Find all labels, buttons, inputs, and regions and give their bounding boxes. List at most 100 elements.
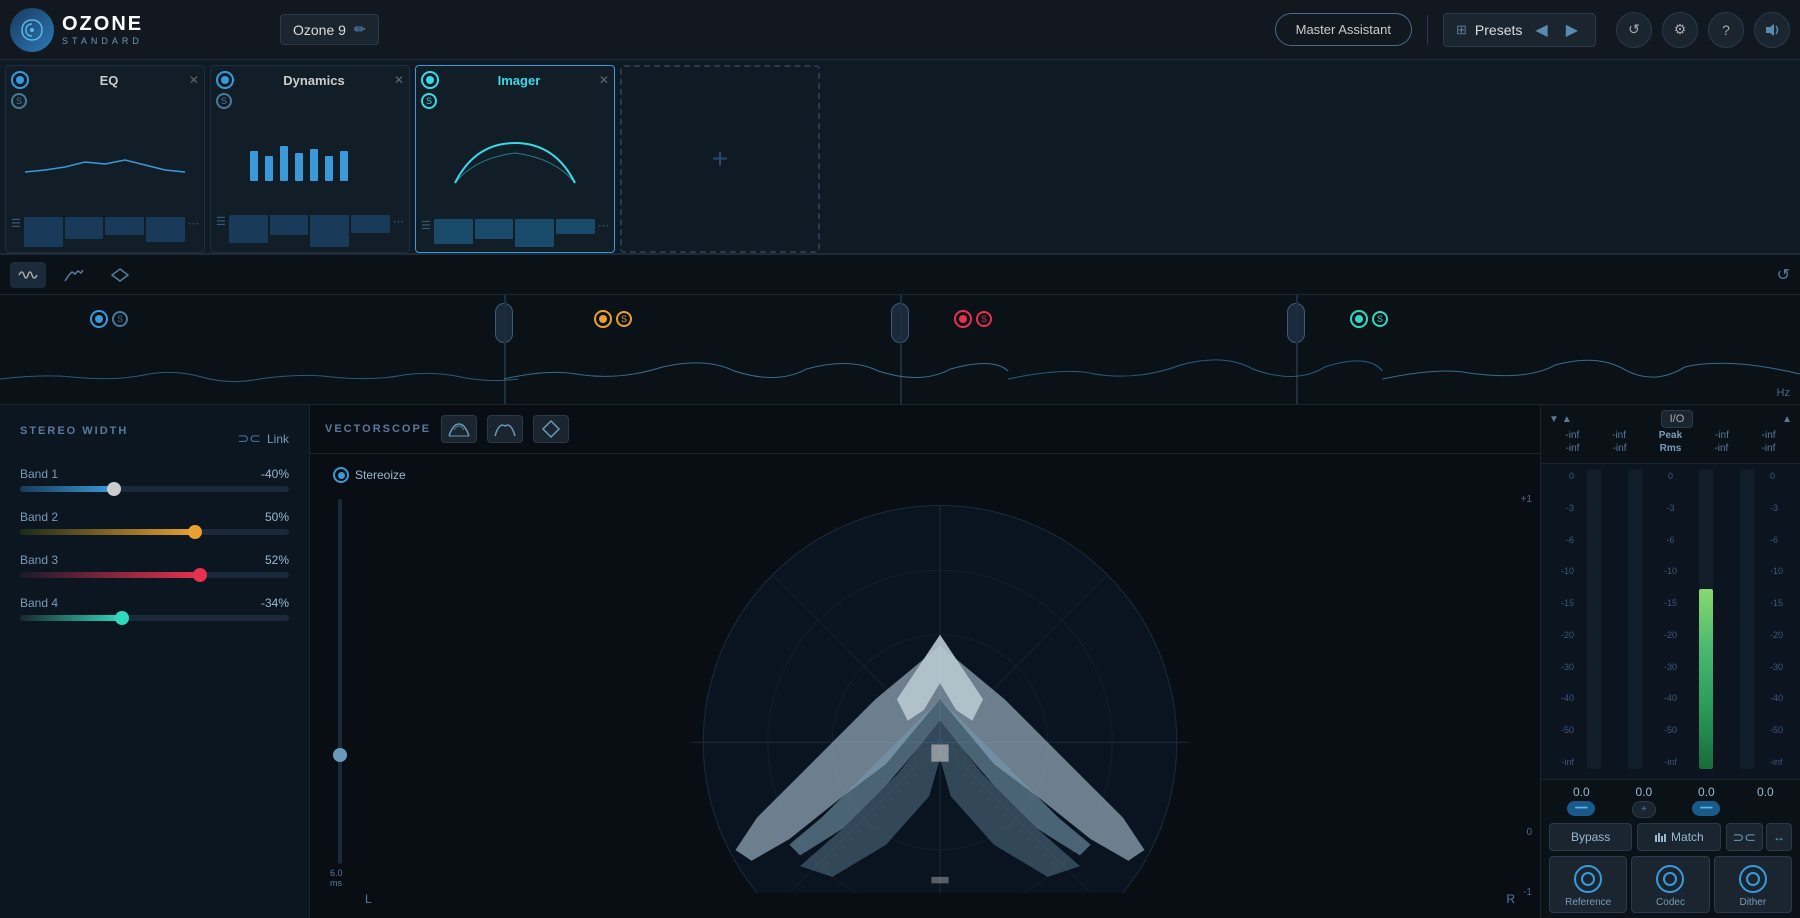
band-2-s[interactable]: S	[616, 311, 632, 327]
imager-controls: S	[421, 93, 609, 109]
band-2-slider[interactable]	[20, 529, 289, 535]
rms-val-1: -inf	[1566, 443, 1580, 454]
imager-s-icon[interactable]: S	[421, 93, 437, 109]
band-3-label: Band 3	[20, 553, 58, 567]
band-4-s[interactable]: S	[1372, 311, 1388, 327]
band-4-power[interactable]	[1350, 310, 1368, 328]
gain-link-2[interactable]: +	[1632, 801, 1656, 818]
band-3-slider[interactable]	[20, 572, 289, 578]
link-control[interactable]: ⊃⊂ Link	[238, 430, 289, 447]
eq-row-controls: ☰ ⋯	[11, 217, 199, 247]
codec-icon	[1656, 865, 1684, 893]
band-3-label-row: Band 3 52%	[20, 553, 289, 567]
band-4-value: -34%	[261, 596, 289, 610]
preset-name: Ozone 9	[293, 22, 346, 38]
rms-center-label: Rms	[1660, 443, 1682, 454]
band-3-s[interactable]: S	[976, 311, 992, 327]
help-button[interactable]: ?	[1708, 12, 1744, 48]
stereoize-power[interactable]	[333, 467, 349, 483]
module-eq-header: EQ ✕	[11, 71, 199, 89]
app-subtitle: STANDARD	[62, 36, 143, 46]
dynamics-power-btn[interactable]	[216, 71, 234, 89]
vectorscope-btn-3[interactable]	[533, 415, 569, 443]
match-label: Match	[1671, 830, 1704, 844]
band-1-slider[interactable]	[20, 486, 289, 492]
left-panel: STEREO WIDTH ⊃⊂ Link Band 1 -40% Band 2 …	[0, 405, 310, 918]
band-4-slider[interactable]	[20, 615, 289, 621]
band-4-label: Band 4	[20, 596, 58, 610]
codec-button[interactable]: Codec	[1631, 856, 1709, 913]
arrow-down-1[interactable]: ▼	[1549, 414, 1559, 425]
stereoize-track[interactable]	[338, 499, 342, 864]
eq-close-btn[interactable]: ✕	[189, 73, 199, 87]
link-label: Link	[267, 432, 289, 446]
analyzer-tab-lissajous[interactable]	[102, 262, 138, 288]
link-btn[interactable]: ⊃⊂	[1726, 823, 1763, 851]
history-button[interactable]: ↺	[1616, 12, 1652, 48]
rms-val-2: -inf	[1613, 443, 1627, 454]
meter-scale-right: 0 -3 -6 -10 -15 -20 -30 -40 -50 -inf	[1767, 469, 1795, 769]
band-1-s[interactable]: S	[112, 311, 128, 327]
reference-icon	[1574, 865, 1602, 893]
arrow-up-2[interactable]: ▲	[1782, 414, 1792, 425]
meter-bar-4	[1740, 469, 1754, 769]
match-button[interactable]: Match	[1637, 823, 1720, 851]
eq-title: EQ	[100, 73, 119, 88]
stereoize-label: Stereoize	[355, 468, 406, 482]
flip-btn[interactable]: ↔	[1766, 823, 1792, 851]
bands-row: S S S S Hz	[0, 295, 1800, 405]
band-2-controls: S	[594, 310, 632, 328]
gain-val-1: 0.0	[1573, 785, 1590, 799]
stereoize-thumb[interactable]	[333, 748, 347, 762]
io-button[interactable]: I/O	[1661, 410, 1694, 428]
bypass-button[interactable]: Bypass	[1549, 823, 1632, 851]
eq-power-btn[interactable]	[11, 71, 29, 89]
analyzer-tab-spectrum[interactable]	[56, 262, 92, 288]
analyzer-reset-button[interactable]: ↺	[1777, 265, 1790, 285]
band-3-row: Band 3 52%	[20, 553, 289, 578]
top-bar: OZONE STANDARD Ozone 9 ✏ Master Assistan…	[0, 0, 1800, 60]
preset-next-button[interactable]: ▶	[1561, 20, 1583, 40]
dynamics-s-icon[interactable]: S	[216, 93, 232, 109]
vectorscope-btn-1[interactable]	[441, 415, 477, 443]
band-1-row: Band 1 -40%	[20, 467, 289, 492]
dither-label: Dither	[1739, 897, 1766, 908]
dynamics-close-btn[interactable]: ✕	[394, 73, 404, 87]
gain-link-1[interactable]: ━━	[1567, 801, 1595, 816]
band-4-label-row: Band 4 -34%	[20, 596, 289, 610]
band-1-label-row: Band 1 -40%	[20, 467, 289, 481]
add-module-button[interactable]: +	[620, 65, 820, 253]
presets-area[interactable]: ⊞ Presets ◀ ▶	[1443, 13, 1596, 47]
label-l: L	[365, 892, 372, 906]
gain-link-3[interactable]: ━━	[1692, 801, 1720, 816]
eq-s-icon[interactable]: S	[11, 93, 27, 109]
preset-prev-button[interactable]: ◀	[1530, 20, 1552, 40]
right-panel: ▼ ▲ I/O ▲ -inf -inf Peak -inf -inf -inf …	[1540, 405, 1800, 918]
band-1-power[interactable]	[90, 310, 108, 328]
arrow-up-1[interactable]: ▲	[1562, 414, 1572, 425]
edit-icon[interactable]: ✏	[354, 21, 366, 38]
analyzer-tab-waveform[interactable]	[10, 262, 46, 288]
imager-close-btn[interactable]: ✕	[599, 73, 609, 87]
module-dynamics[interactable]: Dynamics ✕ S ☰ ⋯	[210, 65, 410, 253]
band-3-power[interactable]	[954, 310, 972, 328]
preset-selector[interactable]: Ozone 9 ✏	[280, 14, 379, 45]
dither-button[interactable]: Dither	[1714, 856, 1792, 913]
band-3-value: 52%	[265, 553, 289, 567]
vectorscope-svg	[360, 484, 1520, 893]
band-2-power[interactable]	[594, 310, 612, 328]
imager-power-btn[interactable]	[421, 71, 439, 89]
module-imager[interactable]: Imager ✕ S ☰ ⋯	[415, 65, 615, 253]
reference-button[interactable]: Reference	[1549, 856, 1627, 913]
imager-title: Imager	[498, 73, 541, 88]
meter-bar-2	[1628, 469, 1642, 769]
vectorscope-btn-2[interactable]	[487, 415, 523, 443]
stereoize-value: 6.0 ms	[330, 868, 350, 888]
module-dynamics-header: Dynamics ✕	[216, 71, 404, 89]
presets-label: Presets	[1475, 22, 1522, 38]
audio-button[interactable]	[1754, 12, 1790, 48]
rms-val-4: -inf	[1761, 443, 1775, 454]
master-assistant-button[interactable]: Master Assistant	[1275, 13, 1412, 46]
settings-button[interactable]: ⚙	[1662, 12, 1698, 48]
module-eq[interactable]: EQ ✕ S ☰ ⋯	[5, 65, 205, 253]
